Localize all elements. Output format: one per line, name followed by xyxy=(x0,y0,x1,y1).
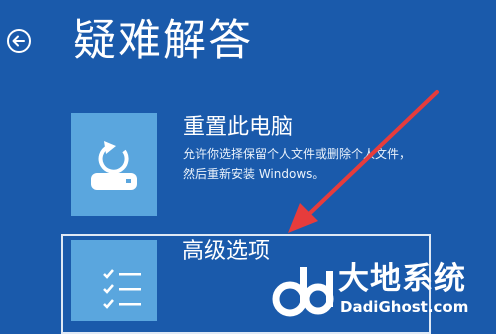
watermark-logo xyxy=(272,267,334,317)
watermark-name: 大地系统 xyxy=(338,261,466,297)
watermark-url: DadiGhost.com xyxy=(340,298,469,316)
